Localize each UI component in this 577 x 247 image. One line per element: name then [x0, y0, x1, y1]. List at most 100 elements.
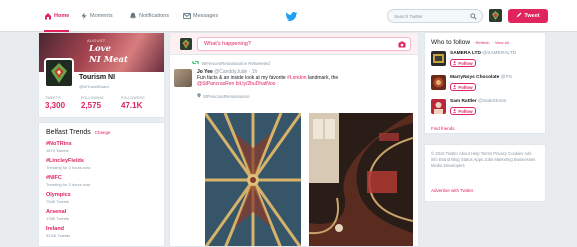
trend-name: #NoTRins: [46, 141, 72, 147]
trend-item[interactable]: Ireland 33.6K Tweets: [46, 226, 157, 238]
trend-name: #LincleyFields: [46, 158, 84, 164]
lightning-icon: [80, 12, 88, 20]
tweet-button[interactable]: Tweet: [508, 9, 548, 23]
trend-item[interactable]: Arsenal 178K Tweets: [46, 209, 157, 221]
stat-tweets[interactable]: TWEETS 3,300: [45, 96, 65, 110]
retweet-context[interactable]: BIFencesRenaissance Retweeted: [191, 60, 270, 66]
suggestion-avatar[interactable]: [431, 75, 446, 90]
trends-panel: Belfast Trends Change #NoTRins 1874 Twee…: [38, 122, 165, 247]
location-pin-icon: [197, 93, 201, 99]
suggestion-name[interactable]: MarryNoys Chocolate @PS: [450, 75, 512, 80]
tweet-photo-staircase[interactable]: [309, 113, 413, 246]
search-icon[interactable]: [470, 13, 477, 20]
tweet-link[interactable]: @StPancrasRen bit.ly/2buDhatNoo: [197, 81, 275, 87]
footer-links[interactable]: © 2016 Twitter About Help Terms Privacy …: [431, 151, 539, 169]
stat-following[interactable]: FOLLOWING 2,575: [81, 96, 104, 110]
tweet-location-label: StPancrasRenaissance: [203, 93, 250, 99]
profile-name[interactable]: Tourism NI: [79, 74, 115, 81]
who-to-follow-panel: Who to follow · Refresh · View all SAMER…: [424, 32, 546, 134]
trend-name: #NIFC: [46, 175, 62, 181]
suggestion-name-text: Sam Rattler: [450, 99, 477, 104]
profile-avatar[interactable]: [44, 58, 74, 88]
twitter-bird-icon[interactable]: [286, 12, 298, 21]
footer-panel: © 2016 Twitter About Help Terms Privacy …: [424, 144, 546, 202]
nav-moments-label: Moments: [90, 13, 113, 19]
composer-avatar: [180, 38, 192, 50]
advertise-link[interactable]: Advertise with Twitter: [431, 188, 473, 193]
trends-title: Belfast Trends: [46, 129, 91, 136]
trend-count: Trending for 3 hours now: [46, 182, 91, 187]
tweet-author-avatar[interactable]: [174, 69, 192, 87]
camera-icon[interactable]: [398, 41, 406, 48]
search-input[interactable]: Search Twitter: [387, 9, 483, 23]
add-user-icon: [453, 60, 457, 66]
tweet-photo-ceiling[interactable]: [205, 113, 301, 246]
trends-change-link[interactable]: Change: [95, 130, 111, 135]
profile-card: AUGUST Love NI Meat Tourism NI @NITravel…: [38, 32, 165, 118]
banner-text-month: AUGUST: [87, 38, 106, 43]
find-friends-link[interactable]: Find friends: [431, 126, 455, 131]
profile-handle[interactable]: @NITravelBoard: [79, 84, 109, 89]
trend-item[interactable]: Olympics 754K Tweets: [46, 192, 157, 204]
bell-icon: [129, 12, 137, 20]
user-avatar[interactable]: [489, 9, 502, 22]
envelope-icon: [183, 12, 191, 20]
trend-item[interactable]: #LincleyFields Trending for 3 hours now: [46, 158, 157, 170]
suggestion-name[interactable]: Sam Rattler @SaleStores: [450, 99, 506, 104]
refresh-link[interactable]: · Refresh: [473, 40, 489, 45]
follow-suggestion: MarryNoys Chocolate @PS Follow: [431, 75, 541, 97]
suggestion-avatar[interactable]: [431, 51, 446, 66]
suggestion-name-text: SAMERA LTD: [450, 51, 481, 56]
add-user-icon: [453, 84, 457, 90]
trend-item[interactable]: #NoTRins 1874 Tweets: [46, 141, 157, 153]
follow-button[interactable]: Follow: [450, 83, 476, 91]
follow-button[interactable]: Follow: [450, 59, 476, 67]
nav-home-label: Home: [54, 13, 70, 19]
nav-notifications[interactable]: Notifications: [129, 11, 169, 21]
tweet-hashtag[interactable]: #London: [287, 75, 306, 81]
stat-tweets-value: 3,300: [45, 101, 66, 110]
trend-count: 178K Tweets: [46, 216, 70, 221]
suggestion-handle: @SAMERALTD: [482, 51, 517, 56]
add-user-icon: [453, 108, 457, 114]
banner-text-love: Love: [89, 44, 111, 54]
stat-followers[interactable]: FOLLOWERS 47.1K: [121, 96, 145, 110]
retweet-icon: [191, 60, 200, 66]
suggestion-handle: @PS: [500, 75, 512, 80]
tweet-text: Fun facts & an inside look at my favorit…: [197, 75, 412, 87]
tweet-location[interactable]: StPancrasRenaissance: [197, 93, 250, 99]
stat-following-label: FOLLOWING: [81, 96, 104, 100]
nav-messages[interactable]: Messages: [183, 11, 218, 21]
follow-button-label: Follow: [458, 60, 473, 66]
suggestion-name[interactable]: SAMERA LTD @SAMERALTD: [450, 51, 516, 56]
quill-icon: [516, 12, 522, 20]
search-placeholder: Search Twitter: [394, 14, 423, 19]
suggestion-avatar[interactable]: [431, 99, 446, 114]
follow-button[interactable]: Follow: [450, 107, 476, 115]
tweet-text-end: landmark, the: [306, 75, 339, 81]
compose-input[interactable]: What's happening?: [197, 37, 411, 51]
stat-tweets-label: TWEETS: [45, 96, 61, 100]
follow-suggestion: Sam Rattler @SaleStores Follow: [431, 99, 541, 121]
trend-name: Ireland: [46, 226, 65, 232]
trend-name: Arsenal: [46, 209, 67, 215]
trend-count: 33.6K Tweets: [46, 233, 71, 238]
retweet-label: BIFencesRenaissance Retweeted: [202, 60, 270, 66]
nav-moments[interactable]: Moments: [80, 11, 113, 21]
top-navigation-bar: Home Moments Notifications Messages Sear…: [0, 0, 577, 32]
trend-count: 1874 Tweets: [46, 148, 69, 153]
tweet-button-label: Tweet: [524, 13, 540, 19]
banner-text-meat: NI Meat: [89, 55, 128, 65]
trend-item[interactable]: #NIFC Trending for 3 hours now: [46, 175, 157, 187]
trend-count: 754K Tweets: [46, 199, 70, 204]
view-all-link[interactable]: · View all: [492, 40, 508, 45]
stat-followers-value: 47.1K: [121, 101, 143, 110]
trend-name: Olympics: [46, 192, 71, 198]
follow-button-label: Follow: [458, 84, 473, 90]
home-icon: [44, 12, 52, 20]
nav-home[interactable]: Home: [44, 11, 70, 32]
stat-followers-label: FOLLOWERS: [121, 96, 145, 100]
who-to-follow-title: Who to follow: [431, 39, 471, 46]
stat-following-value: 2,575: [81, 101, 102, 110]
suggestion-handle: @SaleStores: [478, 99, 507, 104]
